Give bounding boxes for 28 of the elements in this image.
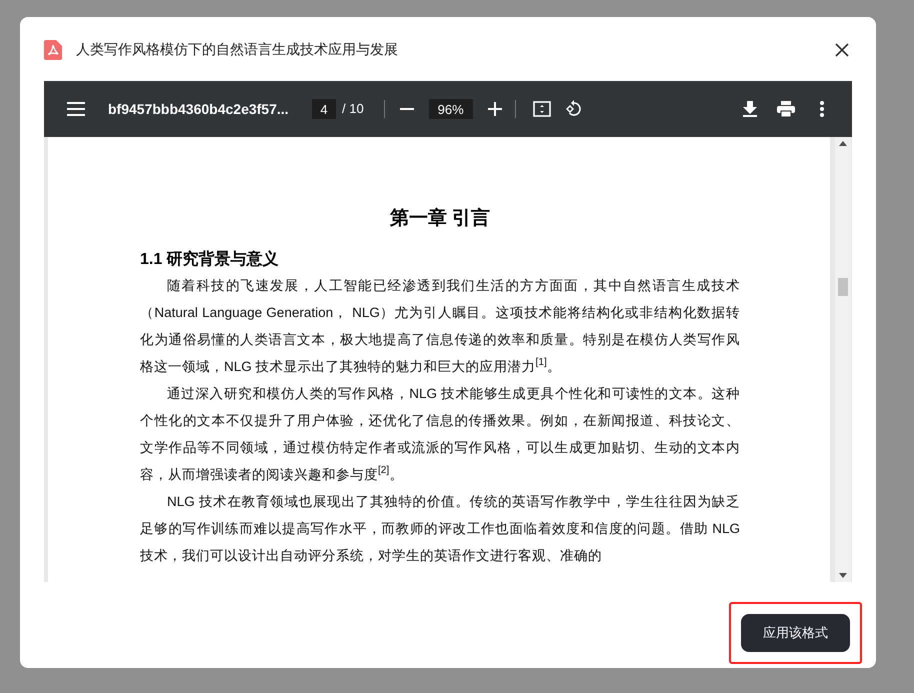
section-title: 1.1 研究背景与意义: [140, 249, 280, 270]
chapter-title: 第一章 引言: [388, 206, 492, 231]
menu-icon: [67, 102, 85, 116]
paragraph: 随着科技的飞速发展，人工智能已经渗透到我们生活的方方面面，其中自然语言生成技术（Natural Language Generation， NLG）尤为引人瞩目。这项技术能将结构化或非结构化数据转化为通俗易懂的人类语言文本，极大地提高了信息传递的效率和质量。特别是在模仿人类写作风格这一领域，NLG 技术显示出了其独特的魅力和巨大的应用潜力$^{[1]}$。: [140, 276, 740, 376]
pdf-file-icon: [44, 40, 62, 60]
more-icon: [820, 101, 824, 117]
apply-format-button[interactable]: 应用该格式: [741, 614, 850, 652]
page-input[interactable]: 4: [312, 99, 336, 119]
paragraph: NLG 技术在教育领域也展现出了其独特的价值。传统的英语写作教学中，学生往往因为缺乏足够的写作训练而难以提高写作水平，而教师的评改工作也面临着效度和信度的问题。借助 NLG 技术，我们可以设计出自动评分系统，对学生的英语作文进行客观、准确的: [140, 492, 740, 564]
print-button[interactable]: [776, 99, 796, 119]
print-icon: [777, 101, 795, 117]
rotate-button[interactable]: [564, 99, 584, 119]
scroll-down-icon: [839, 573, 847, 578]
minus-icon: [400, 108, 414, 110]
rotate-icon: [564, 100, 583, 118]
download-button[interactable]: [740, 99, 760, 119]
download-icon: [743, 101, 757, 117]
scroll-up-icon: [839, 141, 847, 146]
page-total: / 10: [342, 100, 364, 118]
zoom-input[interactable]: 96%: [428, 99, 473, 119]
paragraph: 通过深入研究和模仿人类的写作风格，NLG 技术能够生成更具个性化和可读性的文本。这种个性化的文本不仅提升了用户体验，还优化了信息的传播效果。例如，在新闻报道、科技论文、文学作品等不同领域，通过模仿特定作者或流派的写作风格，可以生成更加贴切、生动的文本内容，从而增强读者的阅读兴趣和参与度$^{[2]}$。: [140, 384, 740, 484]
plus-icon: [488, 102, 502, 116]
fit-page-button[interactable]: [532, 99, 552, 119]
fit-page-icon: [532, 101, 551, 117]
close-icon: [835, 42, 849, 56]
file-name: bf9457bbb4360b4c2e3f57...: [108, 100, 290, 118]
dialog-title: 人类写作风格模仿下的自然语言生成技术应用与发展: [76, 40, 399, 59]
scrollbar-thumb[interactable]: [838, 278, 848, 296]
